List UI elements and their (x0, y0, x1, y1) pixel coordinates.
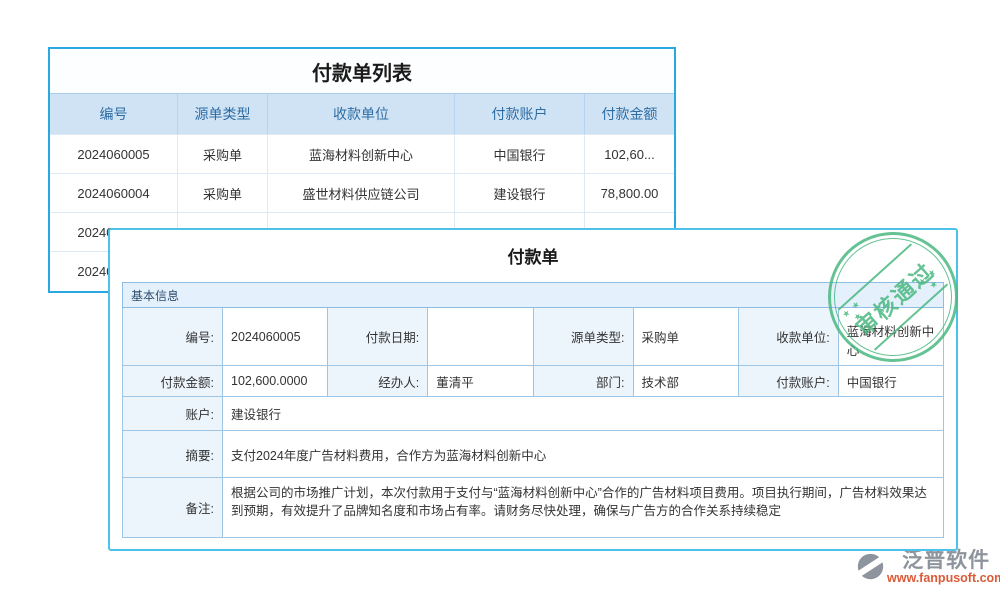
brand-name: 泛普软件 (902, 549, 990, 572)
handler-field[interactable]: 董清平 (428, 366, 533, 396)
cell-number: 2024060004 (50, 173, 178, 212)
payment-form: 编号: 2024060005 付款日期: 源单类型: 采购单 收款单位: 蓝海材… (122, 308, 944, 538)
payment-account-field[interactable]: 中国银行 (839, 366, 943, 396)
cell-payee: 蓝海材料创新中心 (268, 134, 455, 173)
summary-field[interactable]: 支付2024年度广告材料费用，合作方为蓝海材料创新中心 (223, 431, 943, 477)
cell-source-type: 采购单 (178, 134, 268, 173)
payment-date-label: 付款日期: (328, 308, 428, 365)
table-row[interactable]: 2024060004 采购单 盛世材料供应链公司 建设银行 78,800.00 (50, 173, 674, 212)
table-header: 编号 源单类型 收款单位 付款账户 付款金额 (50, 93, 674, 134)
account-label: 账户: (123, 397, 223, 430)
cell-source-type: 采购单 (178, 173, 268, 212)
payment-date-field[interactable] (428, 308, 533, 365)
table-row[interactable]: 2024060005 采购单 蓝海材料创新中心 中国银行 102,60... (50, 134, 674, 173)
department-label: 部门: (534, 366, 634, 396)
remarks-field[interactable]: 根据公司的市场推广计划，本次付款用于支付与“蓝海材料创新中心”合作的广告材料项目… (223, 478, 943, 537)
brand-url: www.fanpusoft.com (887, 572, 1000, 586)
section-header-basic-info: 基本信息 (122, 282, 944, 308)
remarks-label: 备注: (123, 478, 223, 537)
payment-detail-dialog: 付款单 基本信息 编号: 2024060005 付款日期: 源单类型: 采购单 … (108, 228, 958, 551)
cell-number: 2024060005 (50, 134, 178, 173)
payee-label: 收款单位: (739, 308, 839, 365)
cell-payee: 盛世材料供应链公司 (268, 173, 455, 212)
payee-field[interactable]: 蓝海材料创新中心 (839, 308, 943, 365)
column-header-amount: 付款金额 (585, 94, 674, 134)
source-type-label: 源单类型: (534, 308, 634, 365)
list-title: 付款单列表 (50, 49, 674, 93)
department-field[interactable]: 技术部 (634, 366, 739, 396)
summary-label: 摘要: (123, 431, 223, 477)
number-field[interactable]: 2024060005 (223, 308, 328, 365)
fanpu-logo-icon (856, 552, 885, 581)
amount-field[interactable]: 102,600.0000 (223, 366, 328, 396)
brand-watermark: 泛普软件 www.fanpusoft.com (856, 549, 1000, 586)
column-header-payee: 收款单位 (268, 94, 455, 134)
column-header-account: 付款账户 (455, 94, 585, 134)
column-header-number: 编号 (50, 94, 178, 134)
cell-amount: 78,800.00 (585, 173, 674, 212)
handler-label: 经办人: (328, 366, 428, 396)
number-label: 编号: (123, 308, 223, 365)
cell-account: 建设银行 (455, 173, 585, 212)
payment-account-label: 付款账户: (739, 366, 839, 396)
dialog-title: 付款单 (110, 243, 956, 268)
account-field[interactable]: 建设银行 (223, 397, 943, 430)
amount-label: 付款金额: (123, 366, 223, 396)
cell-amount: 102,60... (585, 134, 674, 173)
source-type-field[interactable]: 采购单 (634, 308, 739, 365)
cell-account: 中国银行 (455, 134, 585, 173)
column-header-source-type: 源单类型 (178, 94, 268, 134)
